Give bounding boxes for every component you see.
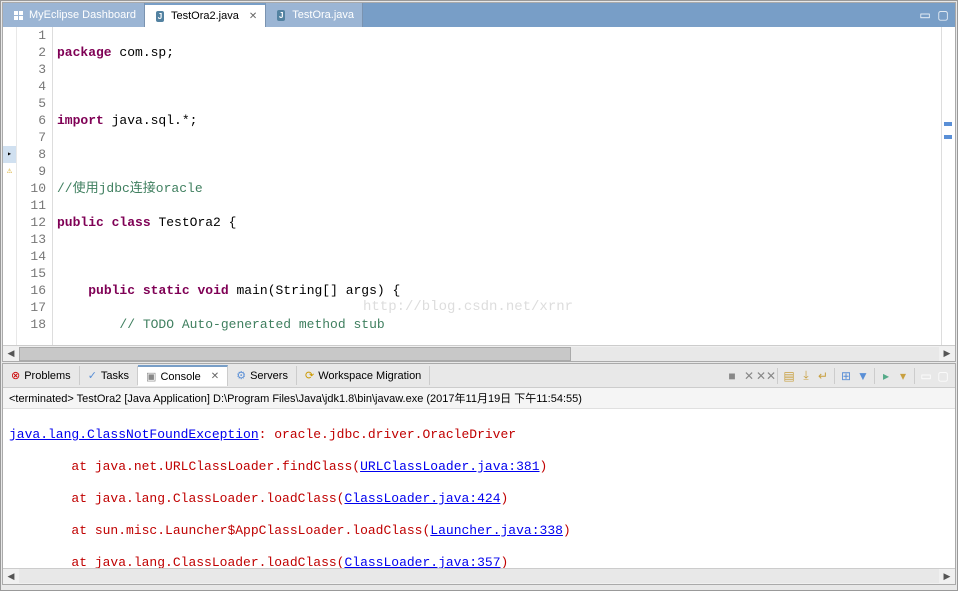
open-console-button[interactable]: ▸ (878, 368, 894, 384)
display-selected-button[interactable]: ▼ (855, 368, 871, 384)
tab-label: TestOra2.java (171, 10, 239, 22)
marker-column: ▸ ⚠ (3, 27, 17, 345)
word-wrap-button[interactable]: ↵ (815, 368, 831, 384)
console-icon: ▣ (146, 370, 156, 383)
migration-icon: ⟳ (305, 369, 314, 382)
tab-dashboard[interactable]: MyEclipse Dashboard (3, 3, 145, 27)
warning-marker-icon[interactable]: ⚠ (3, 163, 16, 180)
exception-link[interactable]: java.lang.ClassNotFoundException (9, 427, 259, 442)
terminate-button[interactable]: ■ (724, 368, 740, 384)
view-tab-tasks[interactable]: ✓ Tasks (80, 366, 138, 385)
overview-ruler[interactable] (941, 27, 955, 345)
clear-console-button[interactable]: ▤ (781, 368, 797, 384)
java-file-icon: J (153, 9, 167, 23)
editor-pane: MyEclipse Dashboard J TestOra2.java ✕ J … (2, 2, 956, 362)
view-tab-servers[interactable]: ⚙ Servers (228, 366, 297, 385)
scroll-track[interactable] (19, 569, 939, 583)
editor-tab-bar: MyEclipse Dashboard J TestOra2.java ✕ J … (3, 3, 955, 27)
minimize-button[interactable]: ▭ (917, 7, 933, 23)
watermark-text: http://blog.csdn.net/xrnr (363, 299, 573, 316)
new-console-button[interactable]: ▾ (895, 368, 911, 384)
servers-icon: ⚙ (236, 369, 246, 382)
code-editor[interactable]: ▸ ⚠ 123 456 789 101112 131415 161718 pac… (3, 27, 955, 345)
scroll-right-icon[interactable]: ▶ (939, 347, 955, 361)
scroll-lock-button[interactable]: ⤓ (798, 368, 814, 384)
stacktrace-link[interactable]: URLClassLoader.java:381 (360, 459, 539, 474)
console-output[interactable]: java.lang.ClassNotFoundException: oracle… (3, 409, 955, 568)
pin-console-button[interactable]: ⊞ (838, 368, 854, 384)
views-pane: ⊗ Problems ✓ Tasks ▣ Console ✕ ⚙ Servers… (2, 363, 956, 585)
scroll-left-icon[interactable]: ◀ (3, 347, 19, 361)
stacktrace-link[interactable]: ClassLoader.java:424 (344, 491, 500, 506)
problems-icon: ⊗ (11, 369, 20, 382)
scroll-right-icon[interactable]: ▶ (939, 569, 955, 583)
close-icon[interactable]: ✕ (211, 371, 219, 382)
console-horizontal-scrollbar[interactable]: ◀ ▶ (3, 568, 955, 584)
tab-testora2[interactable]: J TestOra2.java ✕ (145, 3, 266, 27)
remove-all-button[interactable]: ✕✕ (758, 368, 774, 384)
view-tab-console[interactable]: ▣ Console ✕ (138, 365, 228, 386)
horizontal-scrollbar[interactable]: ◀ ▶ (3, 345, 955, 361)
tasks-icon: ✓ (88, 369, 97, 382)
stacktrace-link[interactable]: Launcher.java:338 (430, 523, 563, 538)
views-tab-bar: ⊗ Problems ✓ Tasks ▣ Console ✕ ⚙ Servers… (3, 364, 955, 388)
tab-label: MyEclipse Dashboard (29, 9, 136, 21)
scroll-thumb[interactable] (19, 347, 571, 361)
console-header: <terminated> TestOra2 [Java Application]… (3, 388, 955, 409)
fold-marker-icon[interactable]: ▸ (3, 146, 16, 163)
tab-label: TestOra.java (292, 9, 354, 21)
view-tab-migration[interactable]: ⟳ Workspace Migration (297, 366, 430, 385)
remove-launch-button[interactable]: ✕ (741, 368, 757, 384)
maximize-button[interactable]: ▢ (935, 7, 951, 23)
stacktrace-link[interactable]: ClassLoader.java:357 (344, 555, 500, 568)
maximize-view-button[interactable]: ▢ (935, 368, 951, 384)
view-tab-problems[interactable]: ⊗ Problems (3, 366, 80, 385)
java-file-icon: J (274, 8, 288, 22)
minimize-view-button[interactable]: ▭ (918, 368, 934, 384)
dashboard-icon (11, 8, 25, 22)
close-icon[interactable]: ✕ (249, 11, 257, 22)
scroll-track[interactable] (19, 347, 939, 361)
code-content[interactable]: package com.sp; import java.sql.*; //使用j… (53, 27, 941, 345)
tab-testora[interactable]: J TestOra.java (266, 3, 363, 27)
scroll-left-icon[interactable]: ◀ (3, 569, 19, 583)
line-number-gutter: 123 456 789 101112 131415 161718 (17, 27, 53, 345)
